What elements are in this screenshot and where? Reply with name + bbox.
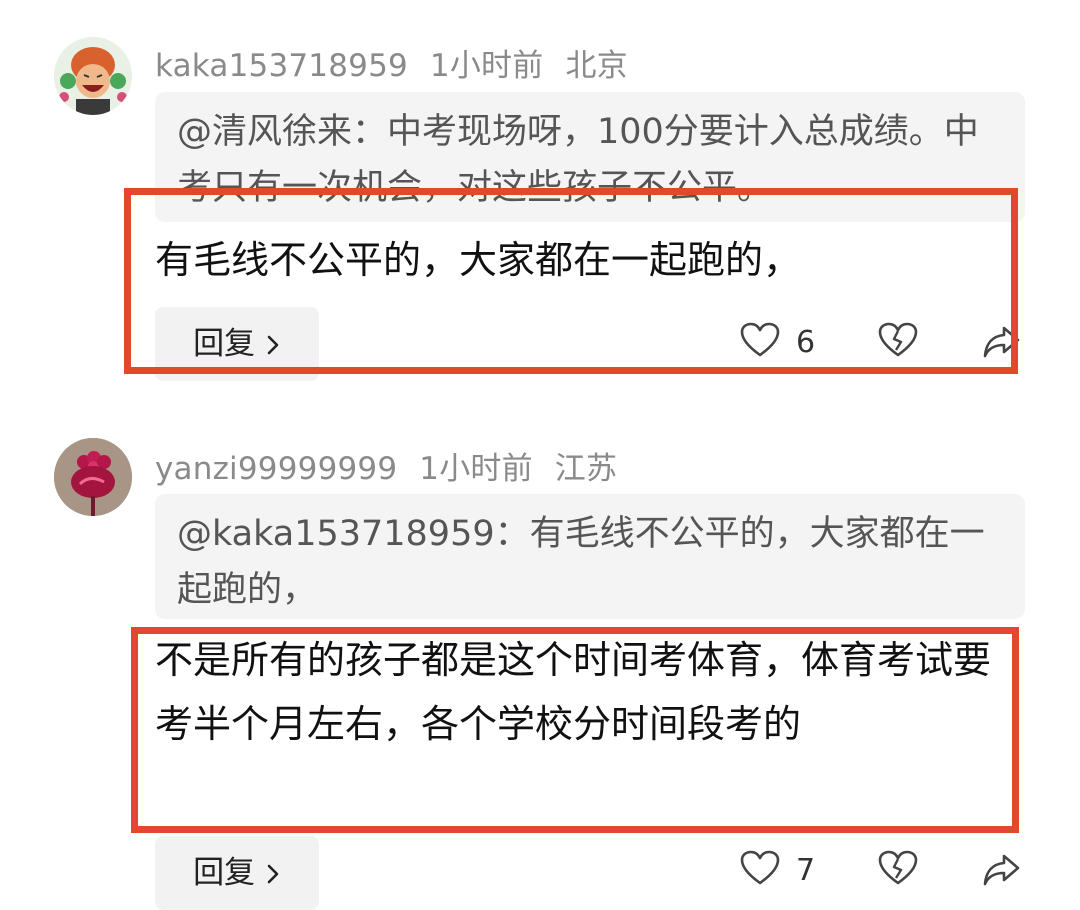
reply-label: 回复 <box>193 326 256 362</box>
like-count: 7 <box>796 852 816 888</box>
reply-label: 回复 <box>193 855 256 891</box>
share-button[interactable] <box>982 324 1022 364</box>
comment-location: 江苏 <box>554 451 618 487</box>
quoted-comment-text: @kaka153718959：有毛线不公平的，大家都在一起跑的， <box>177 514 985 610</box>
quoted-comment[interactable]: @清风徐来：中考现场呀，100分要计入总成绩。中考只有一次机会，对这些孩子不公平… <box>155 92 1025 222</box>
like-button[interactable]: 7 <box>740 850 815 890</box>
comment-location: 北京 <box>565 48 628 84</box>
username[interactable]: yanzi99999999 <box>155 451 397 487</box>
comment-meta: yanzi99999999 1小时前 江苏 <box>155 443 639 488</box>
quoted-comment-text: @清风徐来：中考现场呀，100分要计入总成绩。中考只有一次机会，对这些孩子不公平… <box>177 112 979 208</box>
share-arrow-icon <box>982 854 1022 892</box>
comment-time: 1小时前 <box>429 48 544 84</box>
dislike-button[interactable] <box>878 850 918 890</box>
avatar[interactable] <box>54 438 132 516</box>
broken-heart-icon <box>878 850 918 890</box>
chevron-right-icon <box>265 855 281 891</box>
reply-button[interactable]: 回复 <box>155 836 319 910</box>
avatar-image <box>54 438 132 516</box>
share-button[interactable] <box>982 852 1022 892</box>
quoted-comment[interactable]: @kaka153718959：有毛线不公平的，大家都在一起跑的， <box>155 494 1025 619</box>
comment-time: 1小时前 <box>419 451 533 487</box>
heart-outline-icon <box>740 850 780 890</box>
username[interactable]: kaka153718959 <box>155 48 408 84</box>
like-count: 6 <box>796 324 816 360</box>
broken-heart-icon <box>878 322 918 362</box>
dislike-button[interactable] <box>878 322 918 362</box>
reply-button[interactable]: 回复 <box>155 307 319 381</box>
comment-text: 有毛线不公平的，大家都在一起跑的， <box>155 238 802 282</box>
comment-item: yanzi99999999 1小时前 江苏 @kaka153718959：有毛线不公… <box>0 400 1080 910</box>
avatar[interactable] <box>54 37 132 115</box>
comment-text: 不是所有的孩子都是这个时间考体育，体育考试要考半个月左右，各个学校分时间段考的 <box>155 638 992 746</box>
comment-meta: kaka153718959 1小时前 北京 <box>155 40 650 85</box>
comment-item: kaka153718959 1小时前 北京 @清风徐来：中考现场呀，100分要计入总… <box>0 0 1080 400</box>
avatar-image <box>54 37 132 115</box>
heart-outline-icon <box>740 322 780 362</box>
chevron-right-icon <box>265 326 281 362</box>
like-button[interactable]: 6 <box>740 322 815 362</box>
share-arrow-icon <box>982 326 1022 364</box>
